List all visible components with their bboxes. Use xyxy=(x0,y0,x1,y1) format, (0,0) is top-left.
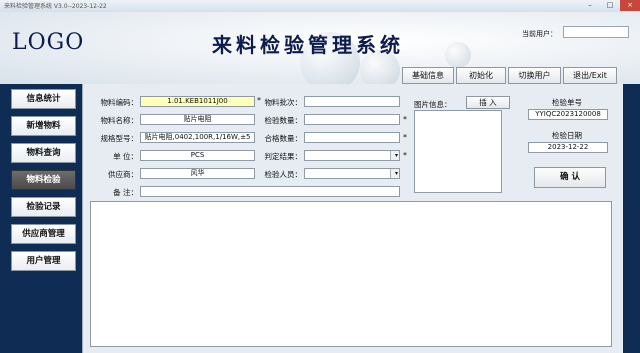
sidebar-item-add-material[interactable]: 新增物料 xyxy=(11,116,76,136)
inspection-date-label: 检验日期 xyxy=(552,131,582,140)
sidebar-item-user-management[interactable]: 用户管理 xyxy=(11,251,76,271)
batch-label: 物料批次： xyxy=(264,98,303,107)
required-marker: * xyxy=(403,151,407,160)
required-marker: * xyxy=(257,96,261,105)
pass-qty-label: 合格数量： xyxy=(264,134,303,143)
logo: LOGO xyxy=(12,30,85,55)
result-select[interactable]: ▾ xyxy=(304,150,400,161)
supplier-field[interactable]: 风华 xyxy=(140,168,255,179)
chevron-down-icon[interactable]: ▾ xyxy=(395,151,398,160)
inspector-select[interactable]: ▾ xyxy=(304,168,400,179)
sidebar-item-statistics[interactable]: 信息统计 xyxy=(11,89,76,109)
spec-field[interactable]: 贴片电阻,0402,100R,1/16W,±5 xyxy=(140,132,255,143)
image-info-label: 图片信息： xyxy=(414,100,452,109)
inspection-no-field: YYIQC2023120008 xyxy=(528,109,608,120)
sidebar-item-inspection-records[interactable]: 检验记录 xyxy=(11,197,76,217)
confirm-button[interactable]: 确 认 xyxy=(534,167,606,188)
window-title: 来料检验管理系统 V3.0--2023-12-22 xyxy=(4,3,107,10)
chevron-down-icon[interactable]: ▾ xyxy=(395,169,398,178)
remark-field[interactable] xyxy=(140,186,400,197)
batch-field[interactable] xyxy=(304,96,400,107)
material-code-label: 物料编码： xyxy=(100,98,139,107)
sidebar-item-material-query[interactable]: 物料查询 xyxy=(11,143,76,163)
maximize-icon[interactable]: □ xyxy=(600,0,620,11)
sidebar-item-supplier-management[interactable]: 供应商管理 xyxy=(11,224,76,244)
right-frame xyxy=(623,84,640,353)
inspector-label: 检验人员： xyxy=(264,170,303,179)
inspection-date-field[interactable]: 2023-12-22 xyxy=(528,142,608,153)
image-preview xyxy=(414,110,502,193)
basic-info-button[interactable]: 基础信息 xyxy=(402,67,454,84)
insert-image-button[interactable]: 插 入 xyxy=(466,96,510,109)
spec-label: 规格型号： xyxy=(100,134,139,143)
decor-bubble xyxy=(445,42,471,68)
material-name-label: 物料名称： xyxy=(100,116,139,125)
switch-user-button[interactable]: 切换用户 xyxy=(508,67,561,84)
current-user-field[interactable] xyxy=(563,26,629,38)
unit-label: 单 位： xyxy=(113,152,138,161)
inspection-qty-field[interactable] xyxy=(304,114,400,125)
remark-label: 备 注： xyxy=(113,188,138,197)
material-name-field[interactable]: 贴片电阻 xyxy=(140,114,255,125)
app-title: 来料检验管理系统 xyxy=(212,33,404,57)
inspection-no-label: 检验单号 xyxy=(552,98,582,107)
minimize-icon[interactable]: – xyxy=(580,0,600,11)
material-code-field[interactable]: 1.01.KEB1011J00 xyxy=(140,96,255,107)
close-icon[interactable]: × xyxy=(620,0,640,11)
current-user-label: 当前用户： xyxy=(522,30,557,38)
required-marker: * xyxy=(403,133,407,142)
init-button[interactable]: 初始化 xyxy=(456,67,506,84)
result-label: 判定结果： xyxy=(264,152,303,161)
required-marker: * xyxy=(403,115,407,124)
unit-field[interactable]: PCS xyxy=(140,150,255,161)
supplier-label: 供应商： xyxy=(108,170,138,179)
app-window: 来料检验管理系统 V3.0--2023-12-22 – □ × LOGO 来料检… xyxy=(0,0,640,353)
pass-qty-field[interactable] xyxy=(304,132,400,143)
exit-button[interactable]: 退出/Exit xyxy=(563,67,617,84)
inspection-qty-label: 检验数量： xyxy=(264,116,303,125)
sidebar-item-material-inspection[interactable]: 物料检验 xyxy=(11,170,76,190)
records-area[interactable] xyxy=(90,201,612,347)
